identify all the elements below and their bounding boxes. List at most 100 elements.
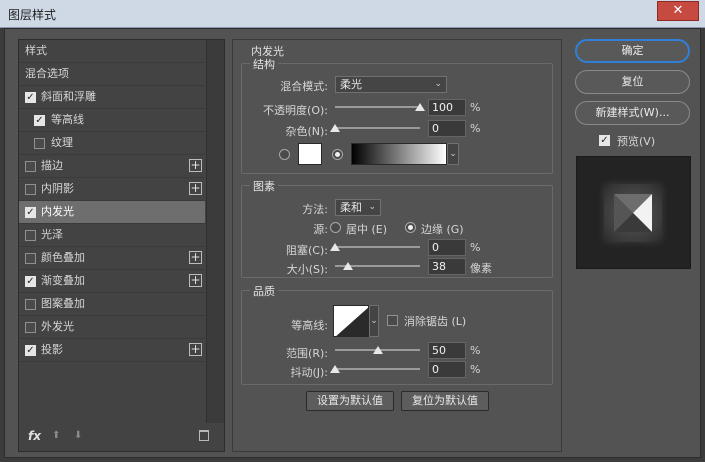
style-item-9[interactable]: 颜色叠加 +: [19, 247, 205, 270]
opacity-unit: %: [470, 101, 481, 114]
style-item-checkbox[interactable]: ✓: [25, 207, 36, 218]
antialias-label[interactable]: 消除锯齿 (L): [404, 313, 466, 329]
style-item-2[interactable]: ✓ 斜面和浮雕: [19, 86, 205, 109]
source-edge-label[interactable]: 边缘 (G): [421, 221, 464, 237]
size-input[interactable]: 38: [428, 258, 466, 275]
source-edge-radio[interactable]: [405, 222, 416, 233]
style-item-checkbox[interactable]: [25, 322, 36, 333]
style-item-checkbox[interactable]: ✓: [25, 92, 36, 103]
source-center-label[interactable]: 居中 (E): [346, 221, 387, 237]
color-swatch[interactable]: [298, 143, 322, 165]
style-item-4[interactable]: 纹理: [19, 132, 205, 155]
noise-unit: %: [470, 122, 481, 135]
opacity-label: 不透明度(O):: [263, 104, 328, 117]
fx-icon[interactable]: fx: [28, 429, 41, 443]
gradient-radio[interactable]: [332, 149, 343, 160]
quality-group: 品质 等高线: ⌄ 消除锯齿 (L) 范围(R): 50 % 抖动(J): 0 …: [241, 283, 553, 385]
style-item-10[interactable]: ✓ 渐变叠加 +: [19, 270, 205, 293]
style-item-checkbox[interactable]: ✓: [34, 115, 45, 126]
choke-input[interactable]: 0: [428, 239, 466, 256]
style-item-checkbox[interactable]: [25, 184, 36, 195]
style-list-panel: 样式混合选项 ✓ 斜面和浮雕 ✓ 等高线纹理描边 + 内阴影 + ✓ 内发光 光泽 颜色叠加 + ✓ 渐变叠…: [18, 39, 225, 452]
style-item-label: 渐变叠加: [41, 274, 85, 287]
style-item-label: 投影: [41, 343, 63, 356]
style-item-checkbox[interactable]: ✓: [25, 276, 36, 287]
close-icon[interactable]: ✕: [657, 1, 699, 21]
style-item-6[interactable]: 内阴影 +: [19, 178, 205, 201]
style-item-12[interactable]: 外发光: [19, 316, 205, 339]
style-item-1[interactable]: 混合选项: [19, 63, 205, 86]
move-up-icon[interactable]: ⬆: [52, 430, 60, 441]
style-item-11[interactable]: 图案叠加: [19, 293, 205, 316]
add-effect-icon[interactable]: +: [189, 251, 202, 264]
contour-curve-icon: [336, 307, 368, 336]
trash-icon[interactable]: [199, 430, 209, 441]
move-down-icon[interactable]: ⬇: [74, 430, 82, 441]
size-slider[interactable]: [335, 262, 420, 270]
style-item-label: 纹理: [51, 136, 73, 149]
settings-panel: 内发光 结构 混合模式: 柔光 ⌄ 不透明度(O): 100 % 杂色(N): …: [232, 39, 562, 452]
opacity-slider[interactable]: [335, 103, 425, 111]
scrollbar[interactable]: [206, 40, 224, 423]
jitter-input[interactable]: 0: [428, 361, 466, 378]
style-item-label: 样式: [25, 44, 47, 57]
method-label: 方法:: [302, 203, 328, 216]
jitter-slider[interactable]: [330, 365, 420, 373]
range-slider[interactable]: [335, 346, 420, 354]
contour-preview[interactable]: [333, 305, 369, 337]
style-item-checkbox[interactable]: [25, 299, 36, 310]
range-slider-thumb[interactable]: [372, 346, 383, 354]
style-list-footer: fx ⬆ ⬇: [19, 423, 224, 451]
solid-color-radio[interactable]: [279, 149, 290, 160]
preview-thumbnail: [604, 184, 662, 242]
style-item-checkbox[interactable]: [34, 138, 45, 149]
reset-button[interactable]: 复位: [575, 70, 690, 94]
style-item-7[interactable]: ✓ 内发光: [19, 201, 205, 224]
style-item-checkbox[interactable]: [25, 253, 36, 264]
antialias-checkbox[interactable]: [387, 315, 398, 326]
ok-button[interactable]: 确定: [575, 39, 690, 63]
style-item-checkbox[interactable]: ✓: [25, 345, 36, 356]
size-slider-thumb[interactable]: [342, 262, 353, 270]
opacity-input[interactable]: 100: [428, 99, 466, 116]
noise-input[interactable]: 0: [428, 120, 466, 137]
source-center-radio[interactable]: [330, 222, 341, 233]
chevron-down-icon: ⌄: [434, 79, 442, 89]
reset-default-button[interactable]: 复位为默认值: [401, 391, 489, 411]
contour-chevron-down-icon[interactable]: ⌄: [369, 305, 379, 337]
style-item-13[interactable]: ✓ 投影 +: [19, 339, 205, 362]
size-label: 大小(S):: [286, 263, 328, 276]
gradient-preview[interactable]: [351, 143, 447, 165]
range-input[interactable]: 50: [428, 342, 466, 359]
add-effect-icon[interactable]: +: [189, 159, 202, 172]
preview-label[interactable]: 预览(V): [617, 133, 655, 149]
method-select[interactable]: 柔和 ⌄: [335, 199, 381, 216]
preview-checkbox[interactable]: ✓: [599, 135, 610, 146]
structure-title: 结构: [250, 56, 278, 72]
make-default-button[interactable]: 设置为默认值: [306, 391, 394, 411]
add-effect-icon[interactable]: +: [189, 182, 202, 195]
window-title: 图层样式: [8, 8, 57, 22]
blend-mode-select[interactable]: 柔光 ⌄: [335, 76, 447, 93]
style-item-checkbox[interactable]: [25, 230, 36, 241]
range-unit: %: [470, 344, 481, 357]
jitter-unit: %: [470, 363, 481, 376]
size-unit: 像素: [470, 262, 492, 275]
new-style-button[interactable]: 新建样式(W)...: [575, 101, 690, 125]
style-item-checkbox[interactable]: [25, 161, 36, 172]
choke-slider[interactable]: [330, 243, 420, 251]
elements-title: 图素: [250, 178, 278, 194]
choke-slider-thumb[interactable]: [330, 243, 340, 251]
jitter-slider-thumb[interactable]: [330, 365, 340, 373]
style-item-3[interactable]: ✓ 等高线: [19, 109, 205, 132]
gradient-chevron-down-icon[interactable]: ⌄: [447, 143, 459, 165]
style-item-5[interactable]: 描边 +: [19, 155, 205, 178]
noise-slider-thumb[interactable]: [330, 124, 340, 132]
style-item-0[interactable]: 样式: [19, 40, 205, 63]
noise-slider[interactable]: [330, 124, 420, 132]
source-label: 源:: [313, 223, 328, 236]
add-effect-icon[interactable]: +: [189, 274, 202, 287]
add-effect-icon[interactable]: +: [189, 343, 202, 356]
opacity-slider-thumb[interactable]: [415, 103, 425, 111]
style-item-8[interactable]: 光泽: [19, 224, 205, 247]
